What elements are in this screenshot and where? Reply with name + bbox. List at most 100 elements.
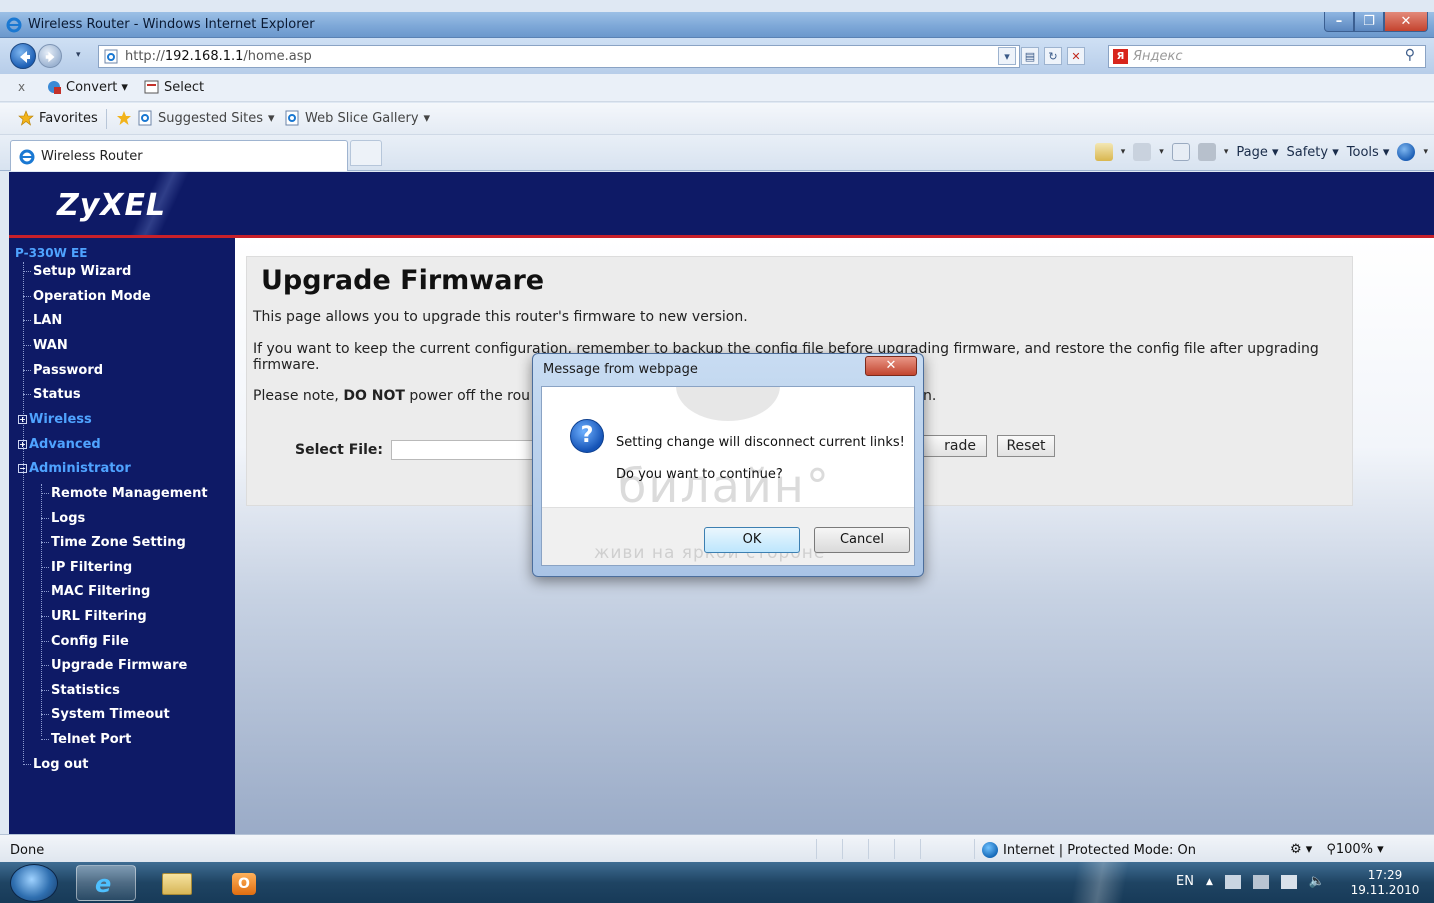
back-button[interactable]	[10, 43, 36, 69]
print-icon[interactable]	[1197, 143, 1216, 161]
taskbar-ie-button[interactable]: e	[76, 865, 136, 901]
compatibility-view-icon[interactable]: ▤	[1021, 47, 1039, 65]
back-arrow-icon	[20, 51, 30, 63]
device-icon[interactable]	[1252, 874, 1269, 889]
favorites-label: Favorites	[39, 110, 98, 126]
favorites-bar: Favorites Suggested Sites ▾ Web Slice Ga…	[0, 103, 1434, 135]
router-model[interactable]: P-330W EE	[15, 246, 87, 260]
sidebar-item-password[interactable]: Password	[23, 363, 103, 378]
sidebar-item-statistics[interactable]: Statistics	[41, 683, 120, 698]
suggested-dropdown-icon: ▾	[267, 110, 275, 126]
sidebar-item-telnet-port[interactable]: Telnet Port	[41, 732, 131, 747]
language-indicator[interactable]: EN	[1176, 874, 1194, 889]
new-tab-button[interactable]	[350, 140, 382, 166]
page-menu[interactable]: Page ▾	[1236, 145, 1278, 160]
refresh-icon[interactable]: ↻	[1044, 47, 1062, 65]
network-icon[interactable]	[1280, 874, 1297, 889]
tab-bar: Wireless Router ▾ ▾ ▾ Page ▾ Safety ▾ To…	[0, 135, 1434, 171]
sidebar-item-administrator[interactable]: − Administrator	[18, 461, 131, 476]
status-separator	[816, 839, 817, 859]
page-title: Upgrade Firmware	[261, 265, 545, 296]
convert-button[interactable]: Convert ▾	[46, 79, 128, 95]
search-icon[interactable]: ⚲	[1405, 47, 1415, 63]
stop-icon[interactable]: ✕	[1067, 47, 1085, 65]
window-controls: – ❐ ✕	[1324, 12, 1428, 32]
sidebar-item-lan[interactable]: LAN	[23, 313, 62, 328]
upgrade-button[interactable]: rade	[917, 435, 987, 457]
sidebar-item-wireless[interactable]: + Wireless	[18, 412, 92, 427]
home-dropdown-icon[interactable]: ▾	[1121, 147, 1126, 157]
sidebar-item-operation-mode[interactable]: Operation Mode	[23, 289, 151, 304]
recent-pages-dropdown[interactable]: ▾	[76, 50, 81, 60]
taskbar-media-button[interactable]: O	[214, 865, 274, 901]
close-window-button[interactable]: ✕	[1384, 12, 1428, 32]
print-dropdown-icon[interactable]: ▾	[1224, 147, 1229, 157]
page-description: This page allows you to upgrade this rou…	[253, 309, 748, 325]
minimize-button[interactable]: –	[1324, 12, 1354, 32]
help-icon[interactable]	[1397, 143, 1416, 161]
tab-wireless-router[interactable]: Wireless Router	[10, 140, 348, 171]
web-slice-gallery-link[interactable]: Web Slice Gallery ▾	[284, 110, 430, 126]
convert-label: Convert	[66, 79, 118, 95]
status-text: Done	[10, 843, 45, 858]
reset-button[interactable]: Reset	[997, 435, 1055, 457]
sidebar-item-ip-filtering[interactable]: IP Filtering	[41, 560, 132, 575]
start-button[interactable]	[10, 864, 58, 902]
sidebar-item-mac-filtering[interactable]: MAC Filtering	[41, 584, 150, 599]
favorites-button[interactable]: Favorites	[18, 110, 98, 126]
forward-button[interactable]	[38, 44, 62, 68]
sidebar-item-log-out[interactable]: Log out	[23, 757, 88, 772]
clock-time: 17:29	[1367, 868, 1403, 882]
tools-menu[interactable]: Tools ▾	[1347, 145, 1390, 160]
taskbar-explorer-button[interactable]	[146, 865, 206, 901]
protected-mode-icon[interactable]: ⚙ ▾	[1290, 842, 1312, 857]
sidebar-item-config-file[interactable]: Config File	[41, 634, 129, 649]
feeds-dropdown-icon[interactable]: ▾	[1159, 147, 1164, 157]
cancel-button[interactable]: Cancel	[814, 527, 910, 553]
taskbar-clock[interactable]: 17:29 19.11.2010	[1350, 868, 1420, 898]
dialog-close-button[interactable]: ✕	[865, 356, 917, 376]
sidebar-item-remote-management[interactable]: Remote Management	[41, 486, 208, 501]
address-bar[interactable]: http://192.168.1.1/home.asp	[98, 45, 1020, 68]
convert-dropdown-icon: ▾	[121, 79, 128, 95]
volume-icon[interactable]: 🔈	[1309, 874, 1325, 889]
ie-page-icon	[285, 110, 299, 126]
zoom-level[interactable]: ⚲100% ▾	[1326, 842, 1383, 857]
maximize-button[interactable]: ❐	[1354, 12, 1384, 32]
home-icon[interactable]	[1094, 143, 1113, 161]
favorites-separator	[106, 109, 107, 129]
page-warning-tail: n.	[923, 388, 937, 404]
select-button[interactable]: Select	[144, 79, 204, 95]
status-separator	[920, 839, 921, 859]
sidebar-item-logs[interactable]: Logs	[41, 511, 85, 526]
sidebar-item-status[interactable]: Status	[23, 387, 81, 402]
sidebar-item-time-zone[interactable]: Time Zone Setting	[41, 535, 186, 550]
select-icon	[144, 80, 159, 94]
dialog-message: Setting change will disconnect current l…	[616, 435, 905, 450]
favorites-star-icon	[18, 110, 34, 126]
address-dropdown-icon[interactable]: ▾	[998, 47, 1016, 65]
windows-taskbar: e O EN ▲ 🔈 17:29 19.11.2010	[0, 862, 1434, 903]
action-center-icon[interactable]	[1224, 874, 1241, 889]
feeds-icon[interactable]	[1133, 143, 1152, 161]
collapse-icon: −	[18, 464, 27, 473]
sidebar-item-setup-wizard[interactable]: Setup Wizard	[23, 264, 131, 279]
sidebar-item-upgrade-firmware[interactable]: Upgrade Firmware	[41, 658, 187, 673]
toolbar-close-icon[interactable]: x	[18, 80, 25, 94]
sidebar-item-system-timeout[interactable]: System Timeout	[41, 707, 170, 722]
sidebar-item-url-filtering[interactable]: URL Filtering	[41, 609, 147, 624]
sidebar-item-wan[interactable]: WAN	[23, 338, 68, 353]
help-dropdown-icon[interactable]: ▾	[1423, 147, 1428, 157]
security-zone[interactable]: Internet | Protected Mode: On	[982, 842, 1196, 858]
search-box[interactable]: Я Яндекс ⚲	[1108, 45, 1426, 68]
status-separator	[974, 839, 975, 859]
tab-label: Wireless Router	[41, 149, 143, 164]
sidebar-item-advanced[interactable]: + Advanced	[18, 437, 101, 452]
ok-button[interactable]: OK	[704, 527, 800, 553]
show-hidden-icons[interactable]: ▲	[1206, 877, 1213, 887]
select-file-label: Select File:	[295, 442, 383, 458]
safety-menu[interactable]: Safety ▾	[1287, 145, 1339, 160]
mail-icon[interactable]	[1171, 143, 1190, 161]
select-label: Select	[164, 79, 205, 95]
suggested-sites-link[interactable]: Suggested Sites ▾	[116, 110, 275, 126]
